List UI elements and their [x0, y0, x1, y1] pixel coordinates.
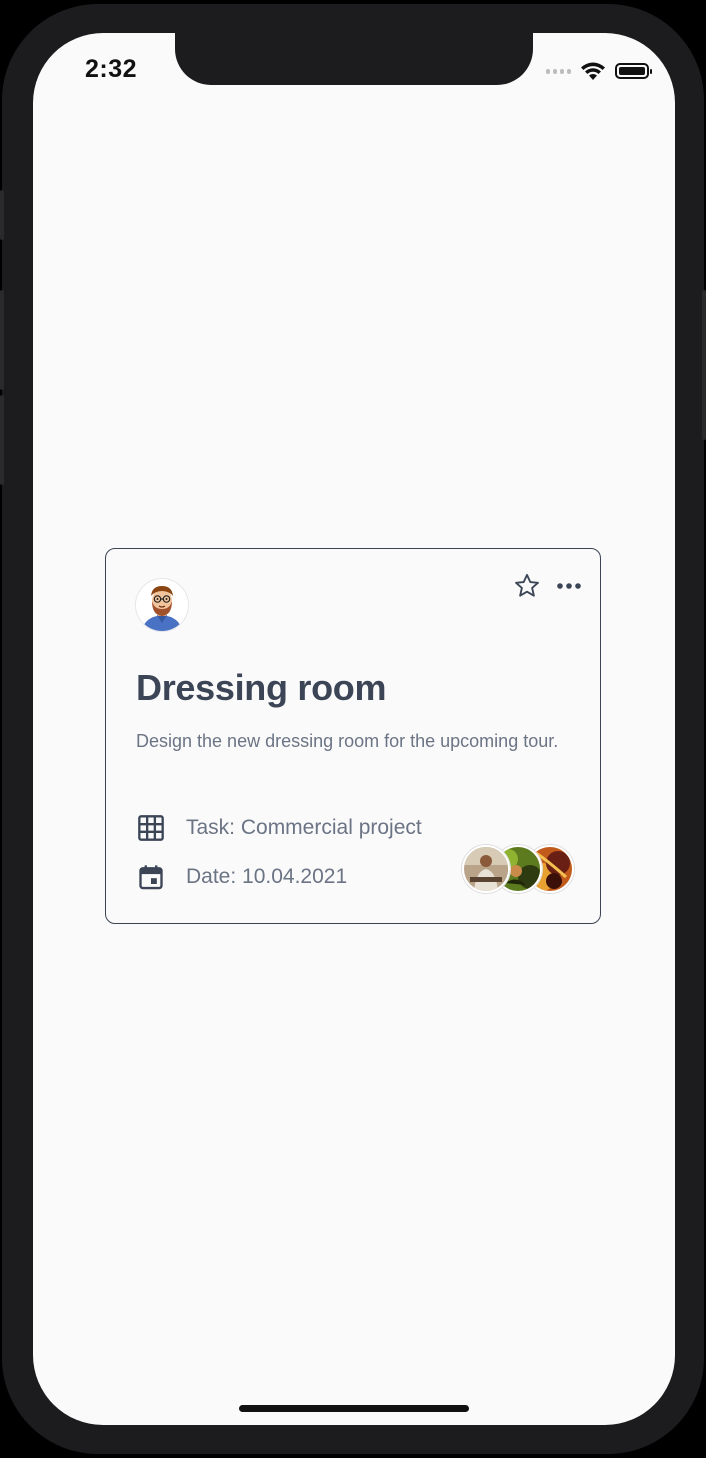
home-indicator[interactable] — [239, 1405, 469, 1412]
power-button — [702, 290, 706, 440]
battery-icon — [615, 63, 652, 79]
phone-frame: 2:32 Dressing room Design the new dressi… — [0, 0, 706, 1458]
grid-icon — [136, 813, 166, 843]
collaborators-group[interactable] — [460, 845, 574, 893]
bearded-man-avatar-icon — [136, 579, 188, 631]
mute-switch — [0, 190, 4, 240]
notch — [175, 33, 533, 85]
calendar-icon — [136, 862, 166, 892]
task-card[interactable]: Dressing room Design the new dressing ro… — [105, 548, 601, 924]
collaborator-photo-icon — [464, 847, 508, 891]
more-options-button[interactable] — [554, 571, 584, 601]
date-row: Date: 10.04.2021 — [136, 862, 347, 892]
app-screen: 2:32 Dressing room Design the new dressi… — [33, 33, 675, 1425]
status-icons — [546, 61, 652, 81]
task-label: Task: Commercial project — [186, 816, 422, 839]
cellular-signal-icon — [546, 68, 571, 74]
card-description: Design the new dressing room for the upc… — [136, 731, 559, 751]
more-horizontal-icon — [557, 583, 581, 589]
owner-avatar[interactable] — [136, 579, 188, 631]
date-label: Date: 10.04.2021 — [186, 865, 348, 888]
status-time: 2:32 — [85, 55, 138, 83]
star-icon — [515, 573, 539, 597]
wifi-icon — [581, 62, 605, 80]
volume-down-button — [0, 395, 4, 485]
volume-up-button — [0, 290, 4, 390]
card-title: Dressing room — [136, 667, 387, 708]
favorite-button[interactable] — [512, 571, 542, 601]
collaborator-avatar[interactable] — [462, 845, 510, 893]
task-row: Task: Commercial project — [136, 813, 422, 843]
